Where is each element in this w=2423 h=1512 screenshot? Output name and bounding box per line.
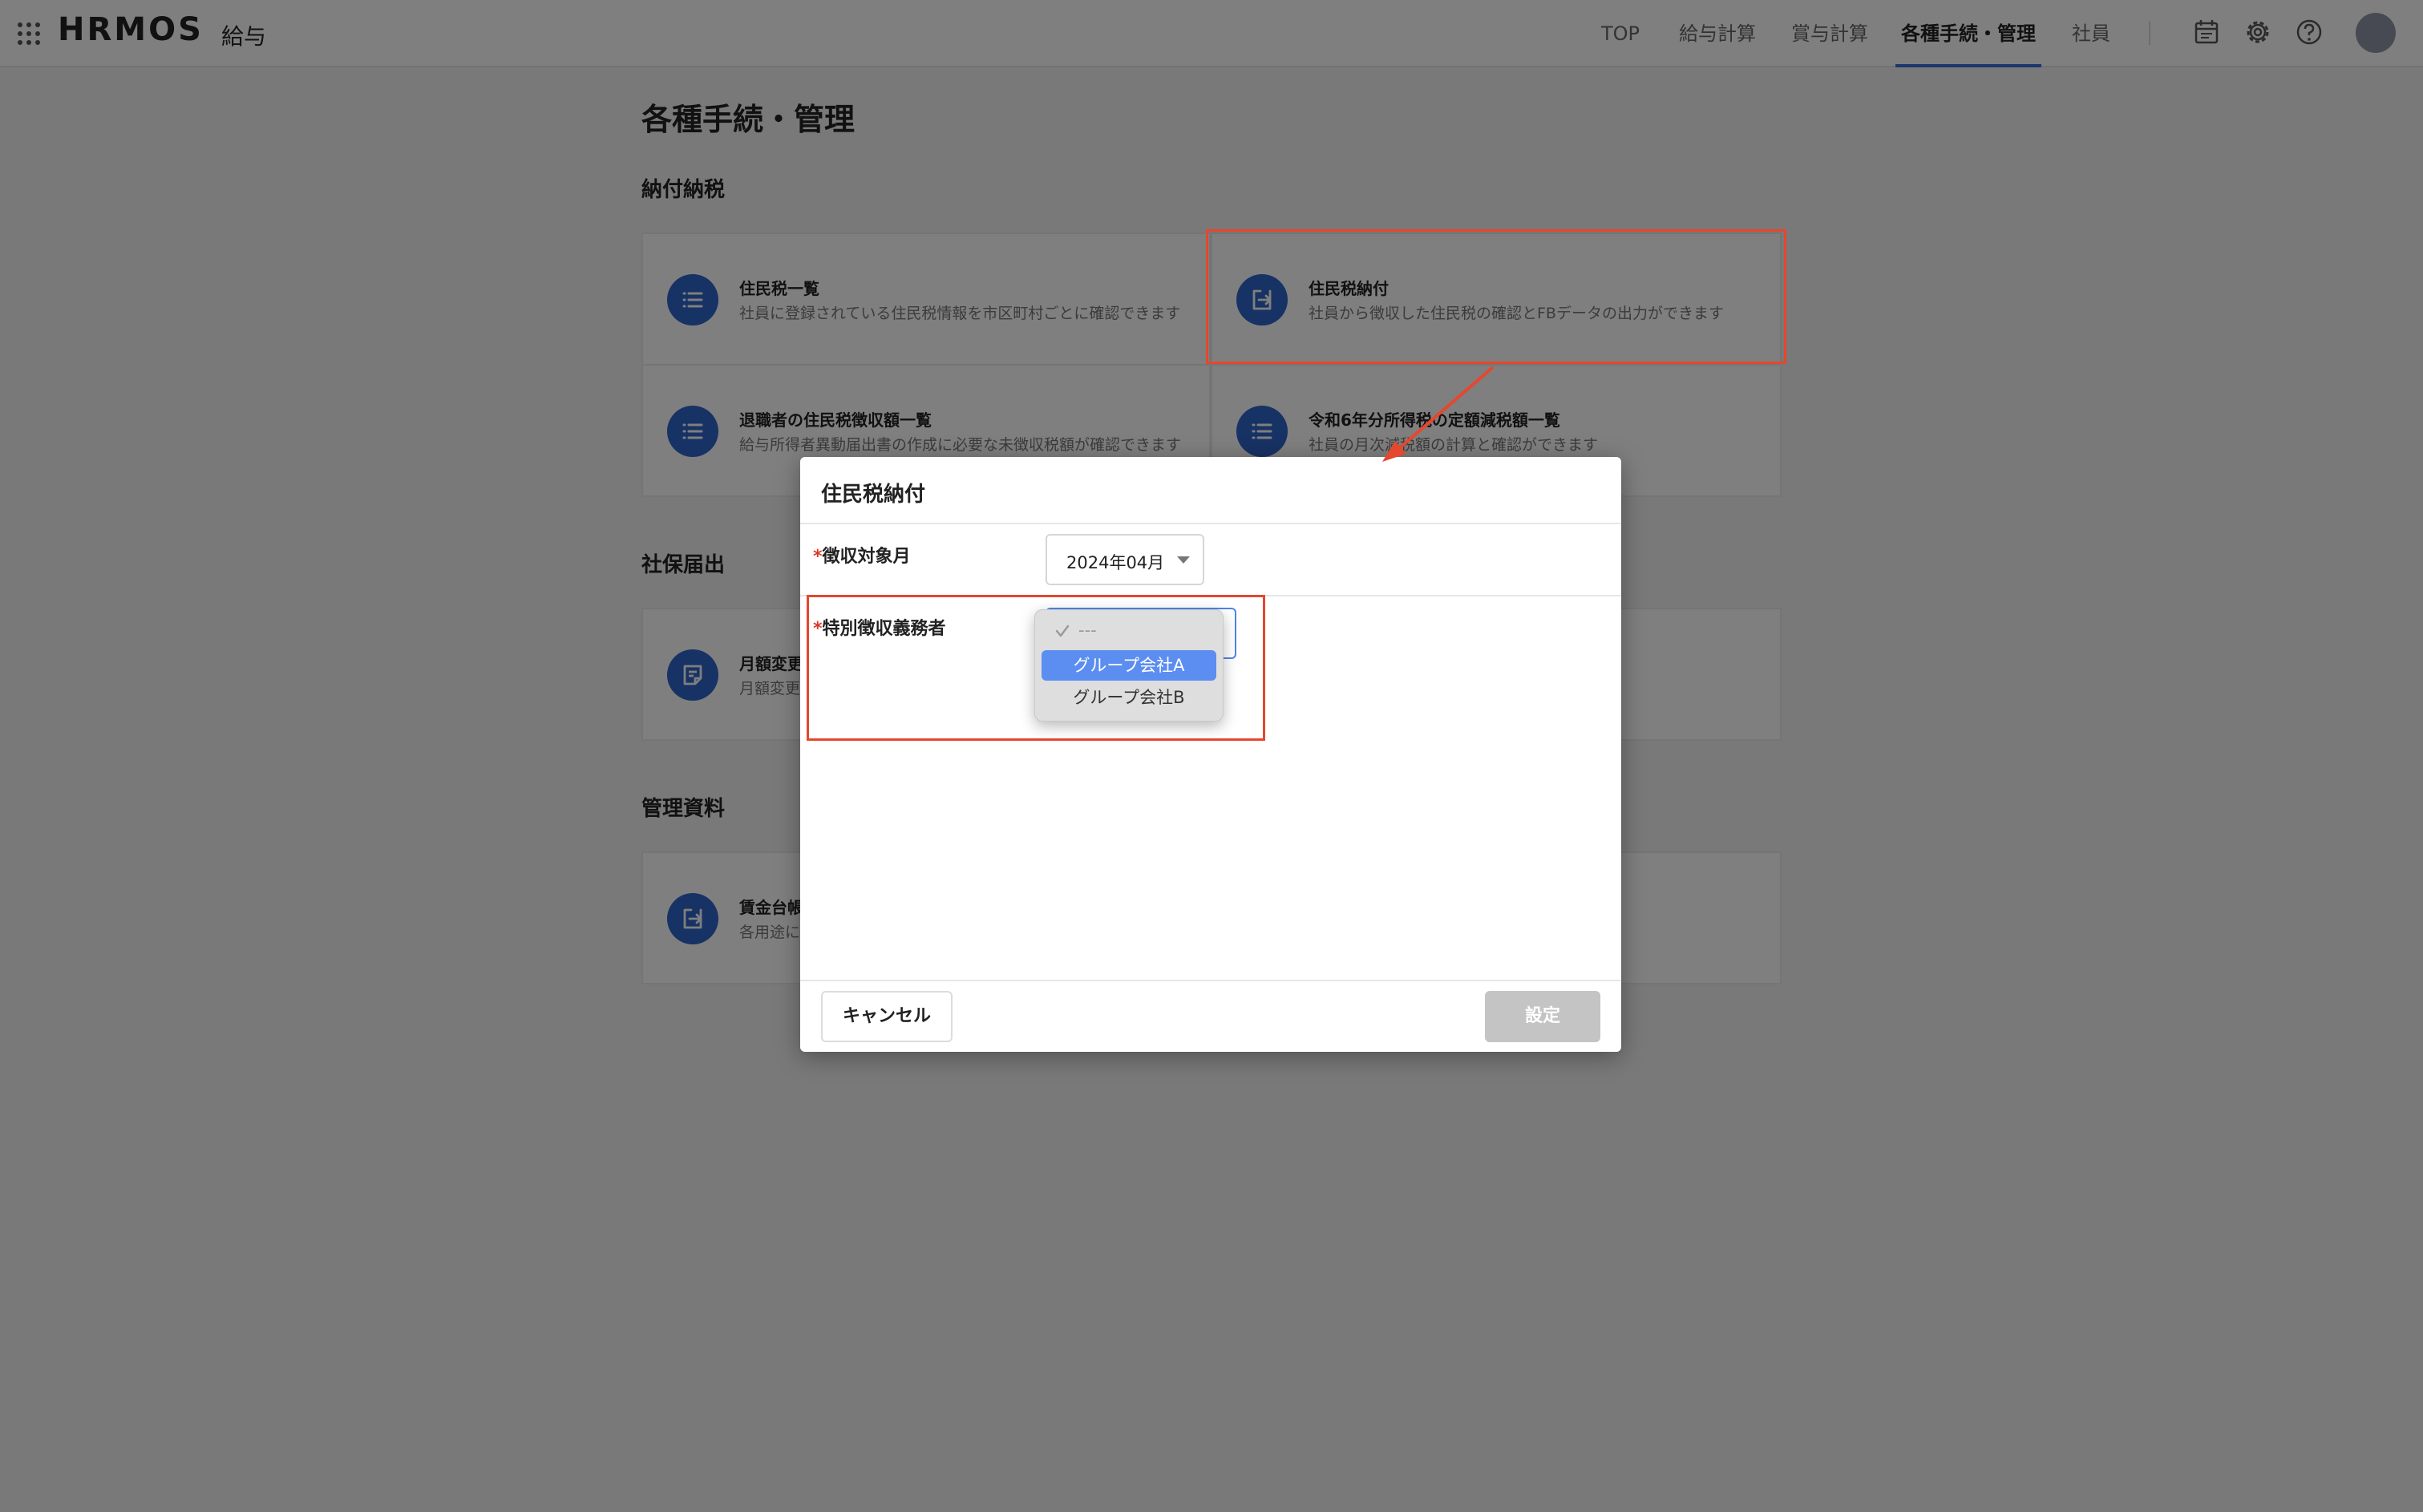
collection-month-label-text: 徴収対象月: [822, 547, 911, 567]
annotation-highlight-field: [807, 595, 1265, 741]
collection-month-select[interactable]: 2024年04月: [1046, 534, 1204, 585]
collection-month-value: 2024年04月: [1066, 553, 1165, 572]
modal-footer-divider: [800, 980, 1621, 981]
submit-button[interactable]: 設定: [1485, 991, 1600, 1042]
required-mark: *: [813, 547, 823, 567]
annotation-highlight-card: [1206, 229, 1786, 364]
modal-title: 住民税納付: [821, 483, 926, 507]
chevron-down-icon: [1177, 556, 1190, 564]
cancel-button[interactable]: キャンセル: [821, 991, 953, 1042]
modal-header-divider: [800, 523, 1621, 524]
resident-tax-payment-dialog: 住民税納付 *徴収対象月 2024年04月 *特別徴収義務者 キャンセル 設定: [800, 457, 1621, 1052]
collection-month-label: *徴収対象月: [813, 542, 911, 568]
